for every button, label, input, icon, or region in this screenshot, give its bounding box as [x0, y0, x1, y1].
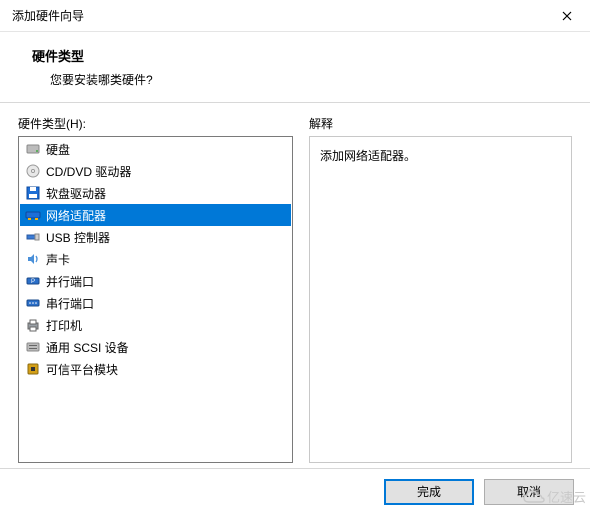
- printer-icon: [24, 316, 42, 334]
- page-title: 硬件类型: [32, 46, 566, 65]
- cd-icon: [24, 162, 42, 180]
- finish-button[interactable]: 完成: [384, 479, 474, 505]
- list-item-label: USB 控制器: [46, 229, 110, 246]
- list-item[interactable]: 可信平台模块: [20, 358, 291, 380]
- list-item-label: 并行端口: [46, 273, 94, 290]
- parallel-icon: P: [24, 272, 42, 290]
- list-item-label: 软盘驱动器: [46, 185, 106, 202]
- list-item-label: 打印机: [46, 317, 82, 334]
- scsi-icon: [24, 338, 42, 356]
- serial-icon: [24, 294, 42, 312]
- list-item[interactable]: 通用 SCSI 设备: [20, 336, 291, 358]
- usb-icon: [24, 228, 42, 246]
- list-item-label: 通用 SCSI 设备: [46, 339, 129, 356]
- list-item-label: 声卡: [46, 251, 70, 268]
- floppy-icon: [24, 184, 42, 202]
- sound-icon: [24, 250, 42, 268]
- list-item[interactable]: 声卡: [20, 248, 291, 270]
- svg-text:P: P: [31, 279, 35, 285]
- list-item[interactable]: 硬盘: [20, 138, 291, 160]
- list-item[interactable]: CD/DVD 驱动器: [20, 160, 291, 182]
- close-icon: [562, 11, 572, 21]
- network-icon: [24, 206, 42, 224]
- window-title: 添加硬件向导: [12, 7, 84, 24]
- hdd-icon: [24, 140, 42, 158]
- cancel-button[interactable]: 取消: [484, 479, 574, 505]
- close-button[interactable]: [544, 0, 590, 32]
- list-item[interactable]: 软盘驱动器: [20, 182, 291, 204]
- list-item[interactable]: P 并行端口: [20, 270, 291, 292]
- hardware-list-label: 硬件类型(H):: [18, 115, 293, 132]
- description-label: 解释: [309, 115, 572, 132]
- list-item-label: CD/DVD 驱动器: [46, 163, 131, 180]
- list-item[interactable]: USB 控制器: [20, 226, 291, 248]
- description-text: 添加网络适配器。: [320, 149, 416, 163]
- list-item-label: 可信平台模块: [46, 361, 118, 378]
- description-box: 添加网络适配器。: [309, 136, 572, 463]
- list-item-label: 硬盘: [46, 141, 70, 158]
- list-item-label: 网络适配器: [46, 207, 106, 224]
- list-item[interactable]: 打印机: [20, 314, 291, 336]
- list-item[interactable]: 串行端口: [20, 292, 291, 314]
- list-item[interactable]: 网络适配器: [20, 204, 291, 226]
- page-subtitle: 您要安装哪类硬件?: [50, 71, 566, 88]
- tpm-icon: [24, 360, 42, 378]
- list-item-label: 串行端口: [46, 295, 94, 312]
- hardware-listbox[interactable]: 硬盘 CD/DVD 驱动器软盘驱动器网络适配器 USB 控制器声卡 P 并行端口串行端口…: [18, 136, 293, 463]
